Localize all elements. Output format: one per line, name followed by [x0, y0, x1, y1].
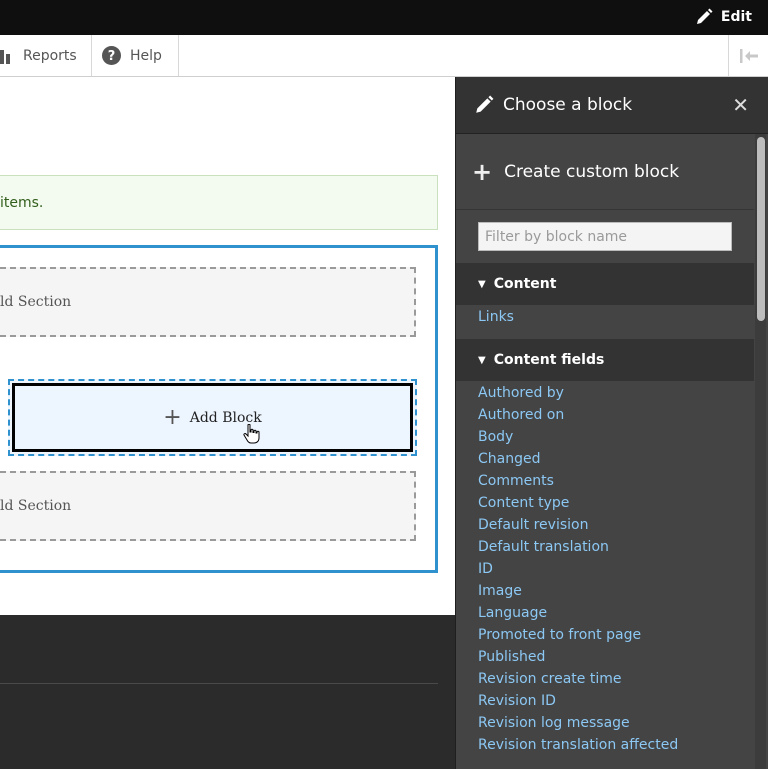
block-link[interactable]: Language [478, 605, 547, 621]
admin-toolbar: Edit [0, 0, 768, 35]
reports-tab[interactable]: Reports [0, 35, 92, 76]
help-tab[interactable]: ? Help [92, 35, 179, 76]
category-content-toggle[interactable]: ▼ Content [456, 263, 754, 305]
block-link[interactable]: Body [478, 429, 513, 445]
panel-scrollbar-thumb[interactable] [757, 137, 765, 321]
block-link[interactable]: Revision ID [478, 693, 556, 709]
block-link-links[interactable]: Links [478, 309, 514, 325]
reports-label: Reports [23, 47, 77, 64]
create-custom-block-label: Create custom block [504, 161, 680, 182]
close-icon[interactable]: ✕ [732, 93, 749, 117]
status-message: items. [0, 175, 438, 230]
block-link[interactable]: Revision translation affected [478, 737, 678, 753]
block-link[interactable]: Comments [478, 473, 554, 489]
block-link[interactable]: Changed [478, 451, 541, 467]
edit-label: Edit [720, 9, 752, 25]
block-link[interactable]: ID [478, 561, 493, 577]
block-link[interactable]: Image [478, 583, 522, 599]
block-link[interactable]: Promoted to front page [478, 627, 641, 643]
create-custom-block-link[interactable]: + Create custom block [456, 134, 754, 210]
help-icon: ? [102, 46, 121, 65]
collapse-toolbar-button[interactable] [728, 35, 768, 76]
block-link[interactable]: Content type [478, 495, 569, 511]
help-label: Help [130, 47, 162, 64]
pencil-icon [695, 8, 721, 26]
footer-divider [0, 683, 438, 684]
category-label: Content fields [493, 352, 605, 368]
add-section-link-bottom[interactable]: ld Section [0, 471, 416, 541]
triangle-down-icon: ▼ [478, 278, 486, 290]
plus-icon: + [163, 404, 182, 430]
status-message-text: items. [0, 194, 44, 211]
block-link[interactable]: Revision log message [478, 715, 630, 731]
triangle-down-icon: ▼ [478, 354, 486, 366]
edit-button[interactable]: Edit [695, 6, 752, 28]
block-link[interactable]: Published [478, 649, 545, 665]
pencil-icon [474, 95, 494, 115]
panel-title: Choose a block [503, 95, 633, 115]
block-link[interactable]: Revision create time [478, 671, 621, 687]
add-block-button[interactable]: + Add Block [12, 383, 413, 452]
choose-block-panel: Choose a block ✕ + Create custom block ▼… [455, 77, 768, 769]
help-icon-glyph: ? [108, 49, 116, 64]
panel-header: Choose a block ✕ [456, 77, 768, 134]
layout-region: + Add Block [8, 379, 417, 456]
filter-block-input[interactable] [478, 222, 732, 251]
add-section-label: ld Section [0, 294, 72, 310]
add-section-link-top[interactable]: ld Section [0, 267, 416, 337]
hand-pointer-cursor-icon [243, 423, 261, 448]
block-link[interactable]: Authored by [478, 385, 564, 401]
plus-icon: + [472, 157, 493, 186]
category-label: Content [493, 276, 557, 292]
block-link[interactable]: Default translation [478, 539, 609, 555]
bar-chart-icon [0, 48, 14, 64]
collapse-arrow-icon [739, 48, 759, 63]
category-content-fields-toggle[interactable]: ▼ Content fields [456, 339, 754, 381]
add-section-label: ld Section [0, 498, 72, 514]
secondary-toolbar: Reports ? Help [0, 35, 768, 77]
block-link[interactable]: Default revision [478, 517, 588, 533]
block-link[interactable]: Authored on [478, 407, 564, 423]
